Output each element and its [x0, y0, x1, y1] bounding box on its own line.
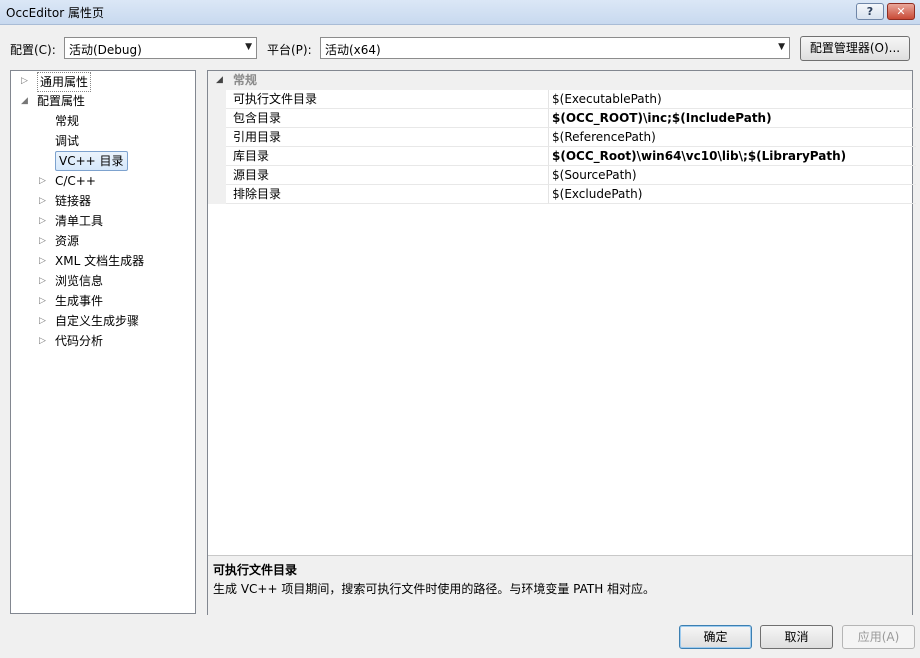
- property-row[interactable]: 排除目录 $(ExcludePath): [208, 185, 916, 204]
- property-value[interactable]: $(SourcePath): [548, 166, 916, 185]
- tree-item-label: 清单工具: [55, 214, 104, 228]
- chevron-down-icon: ▼: [778, 42, 785, 52]
- description-text: 生成 VC++ 项目期间，搜索可执行文件时使用的路径。与环境变量 PATH 相对…: [213, 582, 656, 596]
- property-value[interactable]: $(ExecutablePath): [548, 90, 916, 109]
- ok-button[interactable]: 确定: [679, 625, 752, 649]
- property-name: 库目录: [226, 147, 555, 166]
- tree-item-label: 链接器: [55, 194, 92, 208]
- expand-arrow-icon[interactable]: ▷: [39, 252, 46, 270]
- row-gutter: [208, 185, 226, 204]
- expand-arrow-icon[interactable]: ▷: [39, 292, 46, 310]
- tree-label: 配置属性: [37, 94, 86, 108]
- collapse-arrow-icon[interactable]: ◢: [21, 92, 28, 110]
- tree-item-label: 资源: [55, 234, 80, 248]
- property-name: 源目录: [226, 166, 555, 185]
- tree-item-label: VC++ 目录: [55, 151, 128, 171]
- property-row[interactable]: 可执行文件目录 $(ExecutablePath): [208, 90, 916, 109]
- tree-label: 通用属性: [37, 72, 92, 92]
- tree-item-label: C/C++: [55, 174, 96, 188]
- chevron-down-icon: ▼: [245, 42, 252, 52]
- config-value: 活动(Debug): [69, 43, 142, 57]
- row-gutter: [208, 128, 226, 147]
- platform-label: 平台(P):: [267, 43, 312, 57]
- property-tree: ▷ 通用属性 ◢ 配置属性 常规调试 VC++ 目录 ▷ C/C++ ▷ 链接器 ▷ 清单工具…: [10, 70, 196, 614]
- property-name: 排除目录: [226, 185, 555, 204]
- row-gutter: [208, 109, 226, 128]
- config-manager-button[interactable]: 配置管理器(O)...: [800, 36, 910, 61]
- expand-arrow-icon[interactable]: ▷: [39, 232, 46, 250]
- config-label: 配置(C):: [10, 43, 56, 57]
- property-row[interactable]: 包含目录 $(OCC_ROOT)\inc;$(IncludePath): [208, 109, 916, 128]
- category-label: 常规: [233, 73, 258, 87]
- description-title: 可执行文件目录: [213, 563, 298, 577]
- tree-item-label: 浏览信息: [55, 274, 104, 288]
- property-value[interactable]: $(OCC_ROOT)\inc;$(IncludePath): [548, 109, 916, 128]
- property-name: 包含目录: [226, 109, 555, 128]
- tree-item-label: 生成事件: [55, 294, 104, 308]
- expand-arrow-icon[interactable]: ▷: [39, 272, 46, 290]
- expand-arrow-icon[interactable]: ▷: [39, 172, 46, 190]
- property-grid: ◢ 常规 可执行文件目录 $(ExecutablePath) 包含目录 $(OCC_R…: [207, 70, 916, 615]
- tree-item-label: 代码分析: [55, 334, 104, 348]
- property-value[interactable]: $(ExcludePath): [548, 185, 916, 204]
- help-button[interactable]: ?: [856, 3, 884, 20]
- title-bar: OccEditor 属性页 ? ✕: [0, 0, 920, 25]
- platform-value: 活动(x64): [325, 43, 381, 57]
- property-row[interactable]: 库目录 $(OCC_Root)\win64\vc10\lib\;$(Library…: [208, 147, 916, 166]
- property-name: 可执行文件目录: [226, 90, 555, 109]
- close-button[interactable]: ✕: [887, 3, 915, 20]
- grid-category-general[interactable]: ◢ 常规: [208, 71, 912, 90]
- expand-arrow-icon[interactable]: ▷: [39, 312, 46, 330]
- expand-arrow-icon[interactable]: ▷: [21, 72, 28, 90]
- config-dropdown[interactable]: 活动(Debug) ▼: [64, 37, 257, 59]
- property-row[interactable]: 源目录 $(SourcePath): [208, 166, 916, 185]
- collapse-arrow-icon[interactable]: ◢: [216, 71, 223, 90]
- window-title: OccEditor 属性页: [6, 6, 104, 20]
- expand-arrow-icon[interactable]: ▷: [39, 332, 46, 350]
- description-panel: 可执行文件目录 生成 VC++ 项目期间，搜索可执行文件时使用的路径。与环境变量…: [208, 555, 912, 615]
- row-gutter: [208, 166, 226, 185]
- row-gutter: [208, 147, 226, 166]
- row-gutter: [208, 90, 226, 109]
- property-value[interactable]: $(OCC_Root)\win64\vc10\lib\;$(LibraryPat…: [548, 147, 916, 166]
- tree-item-label: 调试: [55, 134, 80, 148]
- expand-arrow-icon[interactable]: ▷: [39, 212, 46, 230]
- tree-item-label: XML 文档生成器: [55, 254, 145, 268]
- property-row[interactable]: 引用目录 $(ReferencePath): [208, 128, 916, 147]
- tree-item-label: 自定义生成步骤: [55, 314, 140, 328]
- platform-dropdown[interactable]: 活动(x64) ▼: [320, 37, 790, 59]
- apply-button[interactable]: 应用(A): [842, 625, 915, 649]
- property-value[interactable]: $(ReferencePath): [548, 128, 916, 147]
- property-name: 引用目录: [226, 128, 555, 147]
- cancel-button[interactable]: 取消: [760, 625, 833, 649]
- expand-arrow-icon[interactable]: ▷: [39, 192, 46, 210]
- tree-item-label: 常规: [55, 114, 80, 128]
